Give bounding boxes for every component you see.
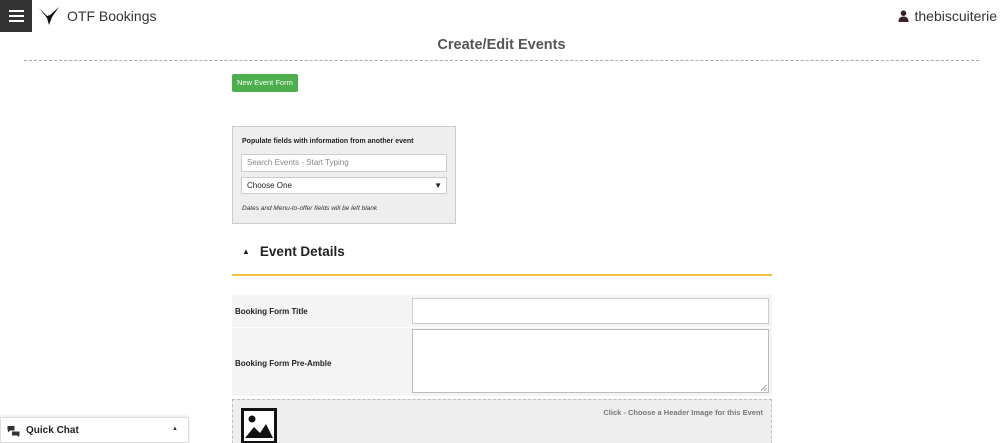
preamble-label: Booking Form Pre-Amble bbox=[235, 359, 332, 368]
hamburger-icon-bar bbox=[8, 15, 24, 17]
booking-form-title-label: Booking Form Title bbox=[235, 307, 308, 316]
preamble-textarea[interactable] bbox=[412, 329, 769, 393]
dropdown-arrow-icon: ▼ bbox=[434, 181, 442, 190]
app-title[interactable]: OTF Bookings bbox=[67, 8, 156, 24]
menu-button[interactable] bbox=[0, 0, 32, 32]
username: thebiscuiterie bbox=[914, 8, 998, 24]
image-icon bbox=[241, 408, 277, 443]
search-events-input[interactable]: Search Events - Start Typing bbox=[241, 154, 447, 172]
user-menu[interactable]: thebiscuiterie bbox=[898, 8, 998, 24]
divider bbox=[24, 60, 979, 61]
collapse-triangle-icon: ▲ bbox=[242, 247, 250, 256]
hamburger-icon-bar bbox=[8, 10, 24, 12]
hummingbird-logo-icon[interactable] bbox=[38, 6, 60, 26]
populate-heading: Populate fields with information from an… bbox=[242, 138, 414, 145]
section-title: Event Details bbox=[259, 244, 345, 259]
booking-form-title-input[interactable] bbox=[412, 298, 769, 324]
quick-chat-bar[interactable]: Quick Chat ▲ bbox=[0, 417, 189, 443]
header-image-dropzone[interactable]: Click - Choose a Header Image for this E… bbox=[232, 399, 772, 443]
quick-chat-label: Quick Chat bbox=[26, 425, 79, 436]
section-underline bbox=[232, 274, 772, 276]
event-select-value: Choose One bbox=[247, 181, 292, 190]
preamble-row: Booking Form Pre-Amble bbox=[232, 328, 772, 396]
event-select[interactable]: Choose One ▼ bbox=[241, 177, 447, 194]
header-image-hint: Click - Choose a Header Image for this E… bbox=[603, 408, 763, 417]
resize-grip-icon[interactable] bbox=[760, 384, 767, 391]
expand-caret-icon[interactable]: ▲ bbox=[172, 426, 178, 432]
chat-bubbles-icon bbox=[7, 426, 20, 437]
user-icon bbox=[898, 10, 908, 22]
page-title: Create/Edit Events bbox=[437, 37, 566, 53]
new-event-form-button[interactable]: New Event Form bbox=[232, 74, 298, 92]
populate-panel: Populate fields with information from an… bbox=[232, 126, 456, 224]
populate-note: Dates and Menu-to-offer fields will be l… bbox=[242, 205, 378, 212]
event-details-toggle[interactable]: ▲ Event Details bbox=[232, 244, 345, 259]
hamburger-icon-bar bbox=[8, 20, 24, 22]
booking-form-title-row: Booking Form Title bbox=[232, 295, 772, 327]
